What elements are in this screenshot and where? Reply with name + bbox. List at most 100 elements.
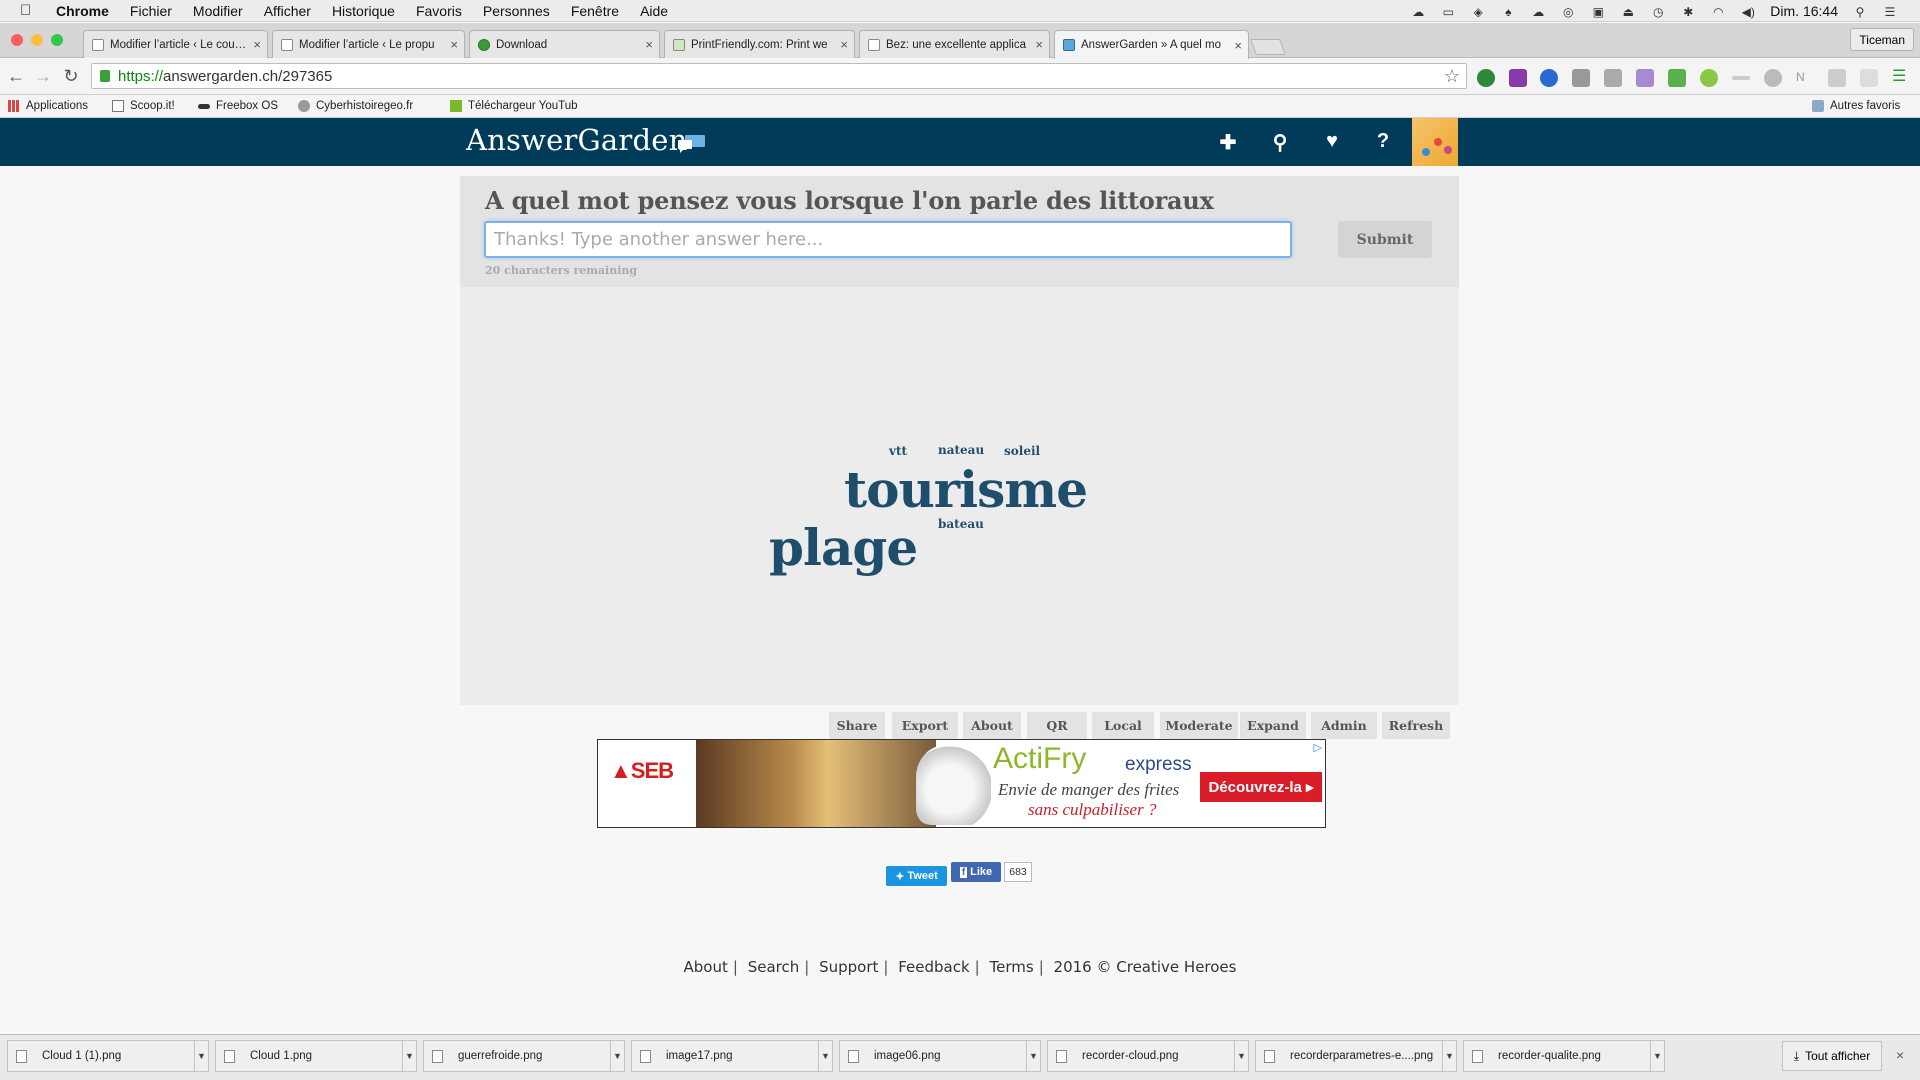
bookmark-apps[interactable]: Applications [8,100,88,112]
chevron-down-icon[interactable]: ▼ [1442,1041,1456,1071]
cloud-word[interactable]: vtt [889,444,907,458]
browser-tab-active[interactable]: AnswerGarden » A quel mo × [1054,30,1249,59]
cloud-icon[interactable]: ☁ [1410,5,1426,19]
k-extension-icon[interactable] [1540,69,1558,87]
menu-afficher[interactable]: Afficher [264,3,311,19]
reload-icon[interactable]: ↻ [61,66,81,87]
footer-link-terms[interactable]: Terms [990,958,1034,976]
footer-link-support[interactable]: Support [819,958,878,976]
download-item[interactable]: Cloud 1 (1).png ▼ [7,1040,209,1072]
bookmark-scoopit[interactable]: Scoop.it! [112,100,175,112]
plus-icon[interactable]: ✚ [1216,130,1240,155]
cloud-word[interactable]: bateau [938,517,984,531]
download-item[interactable]: recorderparametres-e....png ▼ [1255,1040,1457,1072]
chevron-down-icon[interactable]: ▼ [610,1041,624,1071]
tab-close-icon[interactable]: × [645,37,653,52]
expand-button[interactable]: Expand [1240,712,1306,739]
extension-icon[interactable] [1732,76,1750,80]
menu-modifier[interactable]: Modifier [193,3,243,19]
footer-link-feedback[interactable]: Feedback [898,958,969,976]
menubar-clock[interactable]: Dim. 16:44 [1770,3,1838,19]
onenote-icon[interactable] [1509,69,1527,87]
menu-aide[interactable]: Aide [640,3,668,19]
show-all-downloads-button[interactable]: ⤓ Tout afficher [1782,1041,1882,1071]
heart-icon[interactable]: ♥ [1320,130,1344,153]
browser-tab[interactable]: Download × [469,30,660,58]
footer-link-about[interactable]: About [684,958,728,976]
menu-personnes[interactable]: Personnes [483,3,550,19]
cloud-word[interactable]: tourisme [844,460,1088,519]
new-tab-button[interactable] [1250,39,1286,55]
sync-icon[interactable]: ◎ [1560,5,1576,19]
browser-tab[interactable]: PrintFriendly.com: Print we × [664,30,855,58]
icloud-icon[interactable]: ☁ [1530,5,1546,19]
tab-close-icon[interactable]: × [450,37,458,52]
chevron-down-icon[interactable]: ▼ [194,1041,208,1071]
address-bar[interactable]: https:// answergarden.ch/297365 ☆ [91,63,1467,89]
download-item[interactable]: image06.png ▼ [839,1040,1041,1072]
moderate-button[interactable]: Moderate [1160,712,1238,739]
help-icon[interactable]: ? [1371,130,1395,153]
adchoices-icon[interactable]: ▷ [1314,741,1322,754]
evernote-icon[interactable]: ♠ [1500,5,1516,19]
menu-fenetre[interactable]: Fenêtre [571,3,619,19]
footer-link-search[interactable]: Search [748,958,800,976]
download-item[interactable]: recorder-qualite.png ▼ [1463,1040,1665,1072]
inbox-icon[interactable]: ▭ [1440,5,1456,19]
tab-close-icon[interactable]: × [840,37,848,52]
n-extension-icon[interactable]: N [1796,70,1814,88]
site-logo[interactable]: AnswerGarden [466,123,687,157]
admin-button[interactable]: Admin [1311,712,1377,739]
browser-tab[interactable]: Modifier l’article ‹ Le coutea × [83,30,268,58]
menu-fichier[interactable]: Fichier [130,3,172,19]
bookmark-cyberhistoiregeo[interactable]: Cyberhistoiregeo.fr [298,100,413,112]
zoom-window-button[interactable] [51,34,63,46]
wifi-icon[interactable]: ◠ [1710,5,1726,19]
rss-icon[interactable] [1860,69,1878,87]
notification-center-icon[interactable]: ☰ [1882,5,1898,19]
pen-icon[interactable] [1636,69,1654,87]
download-item[interactable]: Cloud 1.png ▼ [215,1040,417,1072]
bookmark-youtube-downloader[interactable]: Téléchargeur YouTub [450,100,578,112]
download-item[interactable]: image17.png ▼ [631,1040,833,1072]
chrome-menu-icon[interactable]: ☰ [1892,66,1910,85]
chevron-down-icon[interactable]: ▼ [818,1041,832,1071]
submit-button[interactable]: Submit [1338,221,1432,258]
browser-tab[interactable]: Bez: une excellente applica × [859,30,1050,58]
menu-historique[interactable]: Historique [332,3,395,19]
share-button[interactable]: Share [829,712,885,739]
menu-app-chrome[interactable]: Chrome [56,3,109,19]
close-icon[interactable]: × [1896,1047,1904,1063]
apple-menu-icon[interactable]:  [20,2,38,19]
chevron-down-icon[interactable]: ▼ [1026,1041,1040,1071]
tab-close-icon[interactable]: × [1234,38,1242,53]
dropbox-icon[interactable]: ◈ [1470,5,1486,19]
bluetooth-icon[interactable]: ✱ [1680,5,1696,19]
minimize-window-button[interactable] [31,34,43,46]
about-button[interactable]: About [963,712,1021,739]
chevron-down-icon[interactable]: ▼ [1650,1041,1664,1071]
camera-icon[interactable] [1604,69,1622,87]
chevron-down-icon[interactable]: ▼ [402,1041,416,1071]
volume-icon[interactable]: ◀) [1740,5,1756,19]
eject-icon[interactable]: ⏏ [1620,5,1636,19]
extension-icon[interactable] [1572,69,1590,87]
local-button[interactable]: Local [1092,712,1154,739]
extension-icon[interactable] [1700,69,1718,87]
refresh-button[interactable]: Refresh [1382,712,1450,739]
drive-icon[interactable] [1764,69,1782,87]
menu-favoris[interactable]: Favoris [416,3,462,19]
avatar[interactable] [1412,118,1458,166]
back-arrow-icon[interactable]: ← [6,66,26,87]
search-icon[interactable]: ⚲ [1268,130,1292,155]
qr-button[interactable]: QR [1027,712,1087,739]
extension-icon[interactable] [1828,69,1846,87]
tab-close-icon[interactable]: × [1035,37,1043,52]
tab-close-icon[interactable]: × [253,37,261,52]
advertisement-banner[interactable]: ▲SEB ActiFry express Envie de manger des… [597,739,1326,828]
extension-icon[interactable] [1477,69,1495,87]
profile-button[interactable]: Ticeman [1850,28,1914,51]
tweet-button[interactable]: ✦ Tweet [886,866,947,886]
download-item[interactable]: recorder-cloud.png ▼ [1047,1040,1249,1072]
ad-cta-button[interactable]: Découvrez-la ▸ [1200,772,1322,802]
